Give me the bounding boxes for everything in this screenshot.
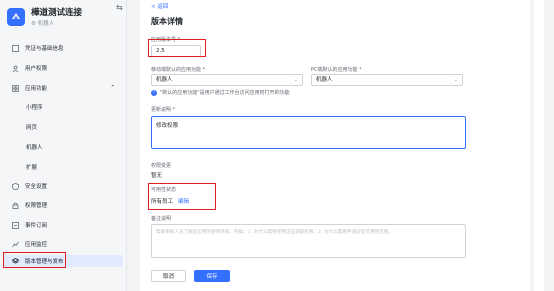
permission-icon xyxy=(11,201,19,209)
nav-item-label: 事件订阅 xyxy=(25,223,48,229)
credential-icon xyxy=(11,44,19,52)
nav-item-label: 权限管理 xyxy=(25,203,48,209)
mobile-default-label: 移动端默认的应用功能 * xyxy=(151,67,206,73)
app-logo-icon xyxy=(7,8,25,26)
highlight-version-number xyxy=(148,39,206,57)
chevron-up-icon: ⌃ xyxy=(110,85,115,91)
nav-item-label: 应用功能 xyxy=(25,86,48,92)
highlight-version-nav xyxy=(3,252,66,268)
nav-item-label: 小程序 xyxy=(26,105,43,111)
permission-change-value: 暂无 xyxy=(151,173,163,179)
highlight-availability xyxy=(148,183,216,210)
feature-icon xyxy=(11,84,19,92)
remark-label: 备注说明 xyxy=(151,216,172,222)
chevron-down-icon: ⌄ xyxy=(453,77,458,83)
nav-item-label: 机器人 xyxy=(26,145,43,151)
nav-item-credentials[interactable]: 凭证与基础信息 xyxy=(4,42,123,54)
nav-item-label: 安全设置 xyxy=(25,184,48,190)
remark-textarea[interactable]: 帮助审核人员了解此应用的使用场景。例如：1. 为什么需要使用这些获取权限；2. … xyxy=(151,224,466,258)
monitor-icon xyxy=(11,240,19,248)
default-feature-hint: i "默认的应用功能"是用户通过工作台访问应用时打开的功能 xyxy=(151,89,290,96)
app-sub: ⚙ 机器人 xyxy=(31,21,55,27)
nav-item-label: 网页 xyxy=(26,125,38,131)
nav-item-label: 应用监控 xyxy=(25,242,48,248)
sidebar: 樺道测试连接 ⚙ 机器人 ⇆ 凭证与基础信息 用户权限 应用功能 ⌃ 小程序 网… xyxy=(0,0,127,291)
nav-item-bot[interactable]: 机器人 xyxy=(4,141,123,153)
scrollbar[interactable] xyxy=(530,0,534,291)
event-icon xyxy=(11,221,19,229)
nav-item-features[interactable]: 应用功能 ⌃ xyxy=(4,82,123,94)
pc-default-label: PC端默认的应用功能 * xyxy=(311,67,362,73)
update-notes-label: 更新说明 * xyxy=(151,107,176,113)
users-icon xyxy=(11,64,19,72)
save-button[interactable]: 保存 xyxy=(194,270,230,282)
nav-item-webpage[interactable]: 网页 xyxy=(4,121,123,133)
info-icon: i xyxy=(151,89,157,96)
shield-icon xyxy=(11,182,19,190)
update-notes-textarea[interactable]: 修改权限 xyxy=(151,116,466,149)
back-link[interactable]: < 返回 xyxy=(151,2,168,10)
app-header: 樺道测试连接 ⚙ 机器人 xyxy=(0,0,126,32)
cancel-button[interactable]: 取消 xyxy=(151,270,186,282)
nav-item-security[interactable]: 安全设置 xyxy=(4,180,123,192)
pc-default-select[interactable]: 机器人 ⌄ xyxy=(311,74,463,86)
page-title: 版本详情 xyxy=(151,17,183,26)
permission-change-label: 权限变更 xyxy=(151,163,172,169)
nav-item-label: 扩展 xyxy=(26,165,38,171)
nav-item-user-permission[interactable]: 用户权限 xyxy=(4,62,123,74)
mobile-default-value: 机器人 xyxy=(156,77,173,83)
nav-item-extensions[interactable]: 扩展 xyxy=(4,161,123,173)
switch-app-icon[interactable]: ⇆ xyxy=(116,3,123,12)
pc-default-value: 机器人 xyxy=(316,77,333,83)
nav-item-label: 凭证与基础信息 xyxy=(25,46,64,52)
mobile-default-select[interactable]: 机器人 ⌄ xyxy=(151,74,303,86)
nav-item-monitoring[interactable]: 应用监控 xyxy=(4,238,123,250)
chevron-down-icon: ⌄ xyxy=(293,77,298,83)
hint-text: "默认的应用功能"是用户通过工作台访问应用时打开的功能 xyxy=(160,90,290,96)
nav-item-permissions[interactable]: 权限管理 xyxy=(4,199,123,211)
app-name: 樺道测试连接 xyxy=(31,8,83,18)
nav-item-miniprogram[interactable]: 小程序 xyxy=(4,101,123,113)
nav-item-events[interactable]: 事件订阅 xyxy=(4,219,123,231)
nav-item-label: 用户权限 xyxy=(25,66,48,72)
